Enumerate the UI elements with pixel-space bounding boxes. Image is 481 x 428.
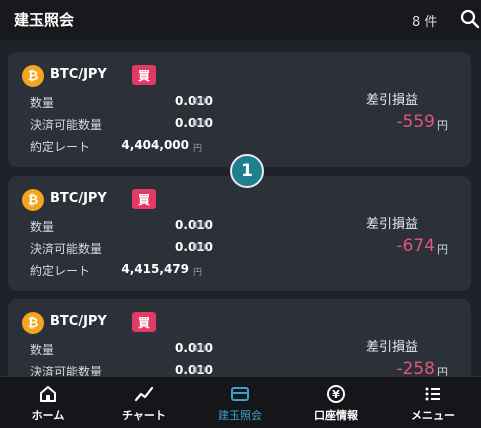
tab-home-label: ホーム (31, 409, 65, 422)
svg-text:¥: ¥ (332, 388, 340, 401)
settleable-unit: BTC (192, 366, 210, 376)
currency-pair: BTC/JPY (50, 191, 107, 206)
bottom-tab-bar: ホーム チャート 建玉照会 ¥ 口座情報 メニュー (0, 376, 481, 428)
bitcoin-icon: ₿ (22, 65, 44, 87)
tab-positions[interactable]: 建玉照会 (192, 377, 288, 428)
app-header: 建玉照会 8 件 (0, 0, 481, 40)
settleable-label: 決済可能数量 (30, 365, 103, 376)
currency-pair: BTC/JPY (50, 314, 107, 329)
rate-label: 約定レート (30, 264, 91, 278)
side-badge: 買 (132, 65, 156, 85)
annotation-marker: 1 (230, 154, 264, 188)
settleable-unit: BTC (192, 243, 210, 253)
bitcoin-icon: ₿ (22, 189, 44, 211)
tab-account-label: 口座情報 (314, 409, 358, 422)
pl-value: -674 (396, 236, 435, 256)
rate-unit: 円 (193, 144, 203, 154)
pl-label: 差引損益 (366, 340, 419, 355)
home-icon (40, 386, 56, 402)
tab-chart[interactable]: チャート (96, 377, 192, 428)
pl-unit: 円 (437, 243, 448, 256)
settleable-label: 決済可能数量 (30, 118, 103, 132)
settleable-label: 決済可能数量 (30, 242, 103, 256)
quantity-label: 数量 (30, 343, 55, 357)
quantity-unit: BTC (192, 97, 210, 107)
tab-positions-label: 建玉照会 (218, 409, 262, 422)
pl-unit: 円 (437, 119, 448, 132)
side-badge: 買 (132, 189, 156, 209)
position-card[interactable]: ₿ BTC/JPY 買 数量 0.010 BTC 決済可能数量 0.010 BT… (8, 52, 471, 167)
pl-value: -258 (396, 359, 435, 376)
tab-account[interactable]: ¥ 口座情報 (288, 377, 384, 428)
pl-value: -559 (396, 112, 435, 132)
bitcoin-icon: ₿ (22, 312, 44, 334)
quantity-unit: BTC (192, 221, 210, 231)
pl-label: 差引損益 (366, 93, 419, 108)
quantity-unit: BTC (192, 344, 210, 354)
tab-chart-label: チャート (122, 409, 166, 422)
rate-value: 4,404,000 (121, 138, 189, 152)
side-badge: 買 (132, 312, 156, 332)
tab-menu[interactable]: メニュー (385, 377, 481, 428)
page-title: 建玉照会 (14, 11, 75, 29)
wallet-icon (231, 387, 249, 401)
menu-icon (425, 387, 440, 401)
quantity-label: 数量 (30, 220, 55, 234)
pl-label: 差引損益 (366, 217, 419, 232)
position-list[interactable]: ₿ BTC/JPY 買 数量 0.010 BTC 決済可能数量 0.010 BT… (0, 40, 481, 376)
search-icon[interactable] (460, 9, 480, 29)
position-card[interactable]: ₿ BTC/JPY 買 数量 0.010 BTC 決済可能数量 0.010 BT… (8, 299, 471, 376)
rate-label: 約定レート (30, 140, 91, 154)
position-card[interactable]: ₿ BTC/JPY 買 数量 0.010 BTC 決済可能数量 0.010 BT… (8, 176, 471, 291)
chart-icon (134, 386, 154, 402)
currency-pair: BTC/JPY (50, 67, 107, 82)
tab-menu-label: メニュー (411, 409, 455, 422)
pl-unit: 円 (437, 366, 448, 376)
quantity-label: 数量 (30, 96, 55, 110)
position-count: 8 件 (412, 15, 438, 30)
rate-value: 4,415,479 (121, 262, 189, 276)
yen-icon: ¥ (327, 385, 345, 403)
tab-home[interactable]: ホーム (0, 377, 96, 428)
rate-unit: 円 (193, 268, 203, 278)
settleable-unit: BTC (192, 119, 210, 129)
